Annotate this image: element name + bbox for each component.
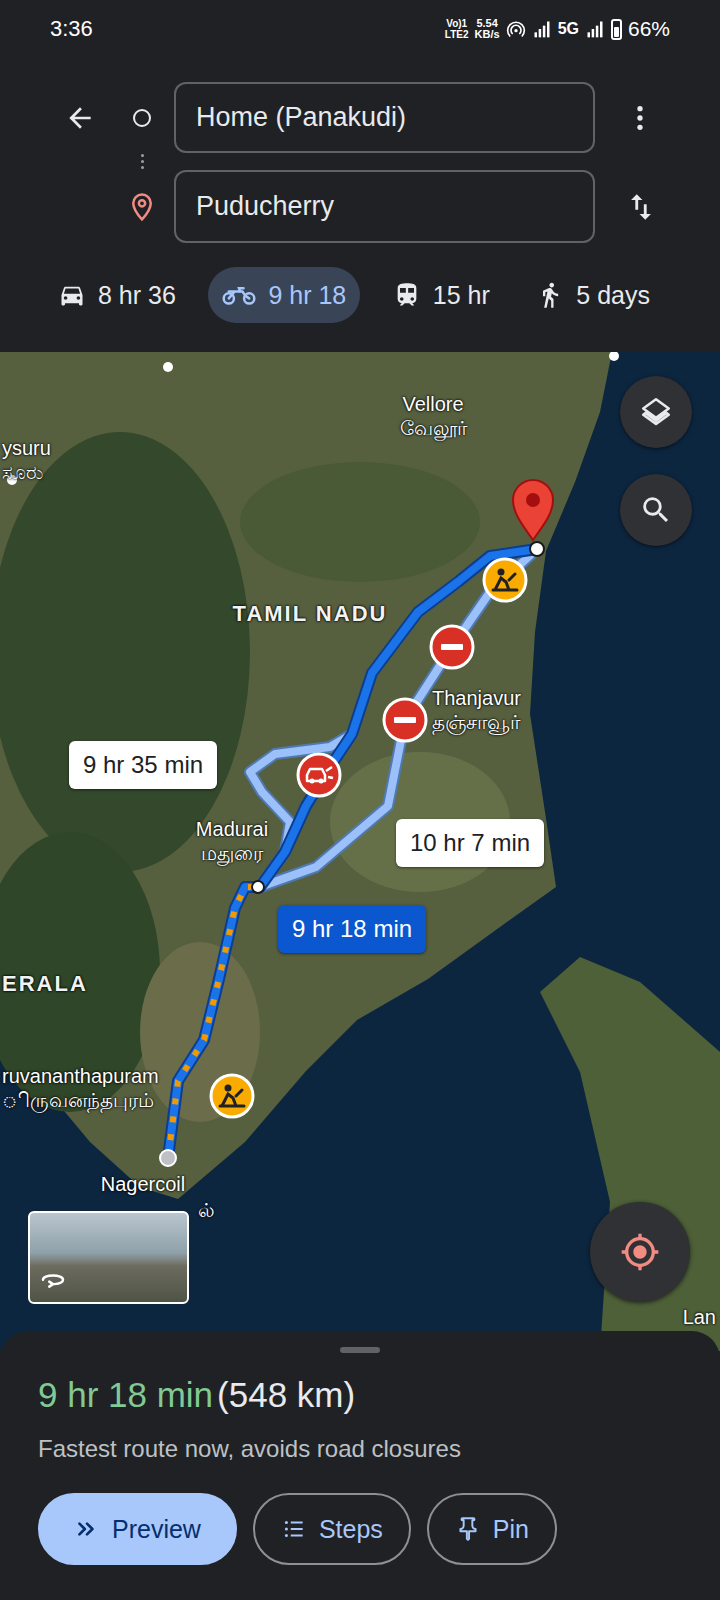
battery-icon bbox=[611, 19, 622, 40]
construction-icon bbox=[481, 556, 529, 604]
walking-icon bbox=[536, 281, 564, 309]
360-rotate-icon bbox=[38, 1266, 68, 1296]
route-note: Fastest route now, avoids road closures bbox=[38, 1435, 682, 1463]
route-time-callout[interactable]: 9 hr 18 min bbox=[278, 905, 426, 953]
layers-button[interactable] bbox=[620, 376, 692, 448]
travel-modes: 8 hr 36 9 hr 18 15 hr 5 days bbox=[0, 267, 720, 323]
map-place-label: Nagercoil bbox=[101, 1172, 185, 1196]
preview-button[interactable]: Preview bbox=[38, 1493, 237, 1565]
hotspot-icon bbox=[506, 19, 526, 39]
satellite-map bbox=[0, 352, 720, 1351]
net-speed: 5.54KB/s bbox=[475, 18, 500, 40]
map-place-label: ruvananthapuram bbox=[2, 1064, 159, 1088]
map-view[interactable]: ysuruಸೂರು Velloreவேலூர் TAMIL NADU Thanjavu… bbox=[0, 352, 720, 1351]
route-distance: (548 km) bbox=[217, 1375, 355, 1415]
status-bar: 3:36 Vo)1LTE2 5.54KB/s 5G 66% bbox=[0, 0, 720, 58]
closure-marker[interactable] bbox=[428, 623, 476, 671]
double-chevron-icon bbox=[74, 1516, 100, 1542]
crash-marker[interactable] bbox=[295, 751, 343, 799]
status-icons: Vo)1LTE2 5.54KB/s 5G 66% bbox=[445, 17, 670, 41]
route-summary-sheet: 9 hr 18 min(548 km) Fastest route now, av… bbox=[0, 1331, 720, 1600]
street-view-thumbnail[interactable] bbox=[28, 1211, 189, 1304]
sri-lanka bbox=[540, 957, 720, 1351]
directions-header: Home (Panakudi) Puducherry 8 hr 36 9 hr 18 1… bbox=[0, 58, 720, 352]
motorcycle-icon bbox=[222, 281, 256, 309]
travel-mode-tab[interactable]: 5 days bbox=[522, 267, 664, 323]
route-summary: 9 hr 18 min(548 km) bbox=[38, 1375, 682, 1419]
status-time: 3:36 bbox=[50, 16, 93, 42]
pushpin-icon bbox=[455, 1516, 481, 1542]
my-location-button[interactable] bbox=[590, 1202, 690, 1302]
steps-button[interactable]: Steps bbox=[253, 1493, 411, 1565]
route-actions: PreviewStepsPin bbox=[38, 1493, 682, 1565]
location-crosshair-icon bbox=[620, 1232, 660, 1272]
crash-icon bbox=[295, 751, 343, 799]
maps-directions-screen: 3:36 Vo)1LTE2 5.54KB/s 5G 66% Home (Panakudi)… bbox=[0, 0, 720, 1600]
map-place-label: ysuru bbox=[2, 436, 51, 460]
signal-icon bbox=[532, 19, 552, 39]
signal-icon bbox=[585, 19, 605, 39]
origin-field[interactable]: Home (Panakudi) bbox=[174, 82, 595, 153]
map-place-label: ிருவனந்தபுரம் bbox=[2, 1088, 154, 1112]
construction-marker[interactable] bbox=[208, 1072, 256, 1120]
map-place-label: வேலூர் bbox=[400, 416, 467, 440]
construction-icon bbox=[208, 1072, 256, 1120]
road-closed-icon bbox=[428, 623, 476, 671]
map-place-label: TAMIL NADU bbox=[233, 602, 388, 626]
train-icon bbox=[393, 281, 421, 309]
closure-marker[interactable] bbox=[381, 696, 429, 744]
back-arrow-icon[interactable] bbox=[64, 102, 96, 134]
route-time-callout[interactable]: 9 hr 35 min bbox=[69, 741, 217, 789]
origin-dot bbox=[160, 1150, 176, 1166]
map-place-label: Thanjavur bbox=[432, 686, 521, 710]
destination-pin-icon bbox=[127, 192, 157, 222]
route-time-callout[interactable]: 10 hr 7 min bbox=[396, 819, 544, 867]
origin-circle-icon bbox=[133, 109, 151, 127]
route-inputs: Home (Panakudi) Puducherry bbox=[0, 82, 720, 243]
map-place-label: ல் bbox=[198, 1198, 215, 1222]
destination-field[interactable]: Puducherry bbox=[174, 170, 595, 243]
layers-icon bbox=[639, 395, 673, 429]
search-icon bbox=[639, 493, 673, 527]
map-place-label: மதுரை bbox=[201, 841, 263, 865]
pin-button[interactable]: Pin bbox=[427, 1493, 557, 1565]
construction-marker[interactable] bbox=[481, 556, 529, 604]
battery-percent: 66% bbox=[628, 17, 670, 41]
waypoint-dot bbox=[252, 881, 264, 893]
map-place-label: ಸೂರು bbox=[2, 460, 43, 484]
route-connector-dots bbox=[110, 153, 174, 170]
map-place-label: Vellore bbox=[402, 392, 463, 416]
travel-mode-tab[interactable]: 15 hr bbox=[379, 267, 504, 323]
destination-pin-icon bbox=[513, 480, 553, 540]
map-place-label: தஞ்சாவூர் bbox=[432, 710, 520, 734]
map-place-label: Madurai bbox=[196, 817, 268, 841]
map-place-label: ERALA bbox=[2, 972, 88, 996]
travel-mode-tab[interactable]: 8 hr 36 bbox=[44, 267, 190, 323]
volte-indicator: Vo)1LTE2 bbox=[445, 18, 469, 40]
swap-icon[interactable] bbox=[624, 190, 658, 224]
map-place-label: Lan bbox=[683, 1305, 716, 1329]
more-menu-icon[interactable] bbox=[624, 102, 656, 134]
drag-handle[interactable] bbox=[340, 1347, 380, 1353]
route-duration: 9 hr 18 min bbox=[38, 1375, 213, 1415]
list-icon bbox=[281, 1516, 307, 1542]
destination-dot bbox=[530, 542, 544, 556]
travel-mode-tab[interactable]: 9 hr 18 bbox=[208, 267, 360, 323]
road-closed-icon bbox=[381, 696, 429, 744]
search-along-route-button[interactable] bbox=[620, 474, 692, 546]
car-icon bbox=[58, 281, 86, 309]
network-type: 5G bbox=[558, 20, 579, 38]
